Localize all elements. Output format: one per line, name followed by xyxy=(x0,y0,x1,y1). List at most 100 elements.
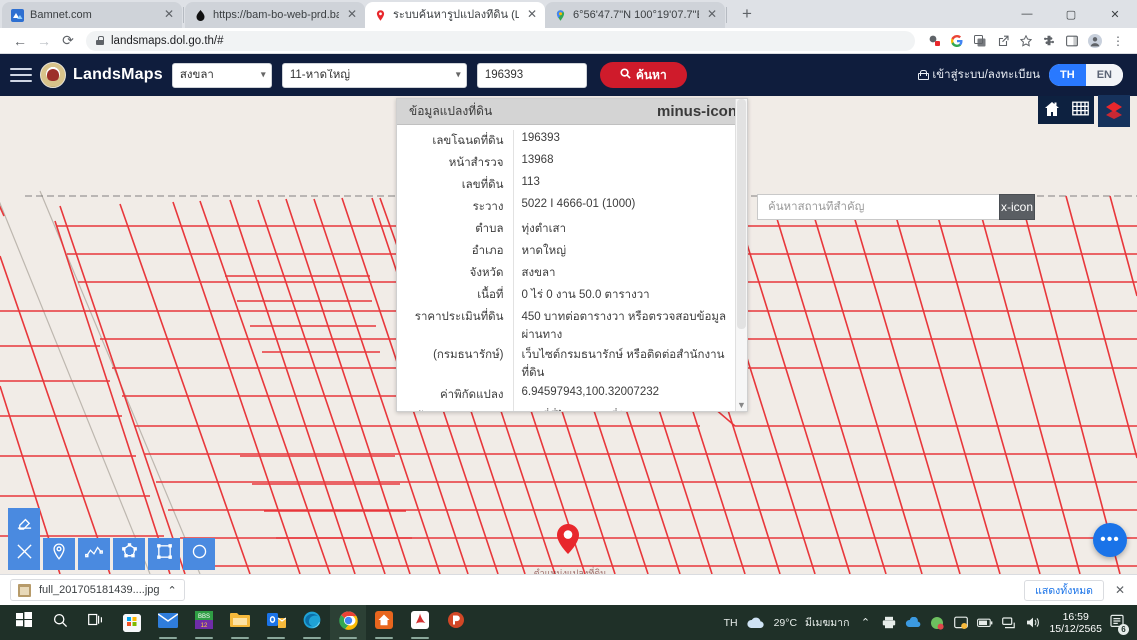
bookmark-star-icon[interactable] xyxy=(1015,30,1037,52)
province-select[interactable]: สงขลา xyxy=(171,62,272,88)
download-item[interactable]: full_201705181439....jpg ⌃ xyxy=(10,579,185,601)
translate-icon[interactable] xyxy=(969,30,991,52)
address-bar[interactable]: landsmaps.dol.go.th/# xyxy=(86,30,915,51)
download-item-chevron-icon[interactable]: ⌃ xyxy=(168,584,177,597)
taskbar-search-button[interactable] xyxy=(42,605,78,640)
close-shelf-button[interactable]: ✕ xyxy=(1113,583,1127,597)
lang-th-button[interactable]: TH xyxy=(1049,64,1086,86)
window-close-button[interactable]: ✕ xyxy=(1093,0,1137,28)
minus-icon[interactable]: minus-icon xyxy=(657,104,737,119)
forward-button[interactable]: → xyxy=(32,29,56,53)
row-label: จังหวัด xyxy=(469,267,504,279)
input-language[interactable]: TH xyxy=(724,617,738,629)
polyline-tool[interactable] xyxy=(78,538,110,570)
circle-tool[interactable] xyxy=(183,538,215,570)
lang-en-button[interactable]: EN xyxy=(1085,64,1123,86)
system-tray: TH 29°C มีเมฆมาก ⌃ 16:59 15/12/2565 6 xyxy=(724,611,1131,635)
file-explorer-icon xyxy=(230,612,250,633)
rectangle-tool[interactable] xyxy=(148,538,180,570)
browser-tab-1-close[interactable]: ✕ xyxy=(162,8,176,22)
onedrive-icon[interactable] xyxy=(905,615,921,631)
pin-red-icon xyxy=(374,9,387,22)
route-link-to-parcel[interactable]: จากที่นี่ไปยังแปลงที่ดิน xyxy=(512,406,747,411)
taskbar-app-mail[interactable] xyxy=(150,605,186,640)
taskbar-app-outlook[interactable] xyxy=(258,605,294,640)
taskbar-app-acrobat[interactable] xyxy=(402,605,438,640)
mail-icon xyxy=(157,612,179,633)
browser-tab-4[interactable]: 6°56'47.7"N 100°19'07.7"E - Goo ✕ xyxy=(545,2,725,28)
table-row: ตำบล ทุ่งตำเสา xyxy=(397,218,747,240)
download-file-name: full_201705181439....jpg xyxy=(39,584,160,596)
taskbar-clock[interactable]: 16:59 15/12/2565 xyxy=(1049,611,1102,635)
place-search-clear-button[interactable]: x-icon xyxy=(999,194,1035,220)
start-button[interactable] xyxy=(6,605,42,640)
hamburger-icon[interactable] xyxy=(10,64,32,86)
battery-icon[interactable] xyxy=(977,615,993,631)
eraser-tool[interactable] xyxy=(8,508,40,540)
login-link[interactable]: เข้าสู่ระบบ/ลงทะเบียน xyxy=(918,66,1040,84)
map-layers-button[interactable] xyxy=(1098,95,1130,127)
sidepanel-icon[interactable] xyxy=(1061,30,1083,52)
price-label-1: ราคาประเมินที่ดิน xyxy=(414,311,504,323)
image-file-icon xyxy=(18,583,31,597)
reload-button[interactable]: ⟳ xyxy=(56,29,80,53)
coordinate-value[interactable]: 6.94597943,100.32007232 xyxy=(512,384,747,406)
taskbar-app-file-explorer[interactable] xyxy=(222,605,258,640)
coordinate-label: ค่าพิกัดแปลง xyxy=(439,389,504,401)
share-icon[interactable] xyxy=(992,30,1014,52)
extension-puzzle-icon[interactable] xyxy=(923,30,945,52)
browser-tab-2[interactable]: https://bam-bo-web-prd.bam.co ✕ xyxy=(185,2,365,28)
browser-tab-1[interactable]: Bamnet.com ✕ xyxy=(2,2,182,28)
new-tab-button[interactable]: + xyxy=(734,1,760,27)
window-maximize-button[interactable]: ▢ xyxy=(1049,0,1093,28)
polygon-tool[interactable] xyxy=(113,538,145,570)
office-select[interactable]: 11-หาดใหญ่ xyxy=(281,62,467,88)
panel-scrollbar-thumb[interactable] xyxy=(737,99,746,329)
map-home-button[interactable] xyxy=(1038,96,1066,124)
task-view-button[interactable] xyxy=(78,605,114,640)
notification-center-button[interactable]: 6 xyxy=(1110,614,1129,635)
more-options-fab[interactable]: ••• xyxy=(1093,523,1127,557)
browser-tab-3[interactable]: ระบบค้นหารูปแปลงที่ดิน (LandsMaps) ✕ xyxy=(365,2,545,28)
back-button[interactable]: ← xyxy=(8,29,32,53)
photos-icon[interactable] xyxy=(953,615,969,631)
profile-icon[interactable] xyxy=(1084,30,1106,52)
table-row: อำเภอ หาดใหญ่ xyxy=(397,240,747,262)
antivirus-icon[interactable] xyxy=(929,615,945,631)
window-controls: — ▢ ✕ xyxy=(1005,0,1137,28)
browser-tab-4-close[interactable]: ✕ xyxy=(705,8,719,22)
place-search-input[interactable] xyxy=(768,201,1028,213)
taskbar-app-store[interactable] xyxy=(114,605,150,640)
treasury-website-link[interactable]: เว็บไซต์กรมธนารักษ์ หรือติดต่อสำนักงานที… xyxy=(512,346,747,384)
parcel-number-input[interactable] xyxy=(476,62,587,88)
taskbar-app-edge[interactable] xyxy=(294,605,330,640)
taskbar-app-chrome[interactable] xyxy=(330,605,366,640)
printer-icon[interactable] xyxy=(881,615,897,631)
google-icon[interactable] xyxy=(946,30,968,52)
kebab-menu-icon[interactable]: ⋮ xyxy=(1107,30,1129,52)
window-minimize-button[interactable]: — xyxy=(1005,0,1049,28)
windows-icon xyxy=(16,612,32,633)
volume-icon[interactable] xyxy=(1025,615,1041,631)
tray-expand-chevron-icon[interactable]: ⌃ xyxy=(857,615,873,631)
browser-tab-3-close[interactable]: ✕ xyxy=(525,8,539,22)
panel-scrollbar-down-arrow[interactable]: ▼ xyxy=(736,400,747,410)
place-search-box[interactable]: x-icon xyxy=(757,194,1035,220)
taskbar-app-bbs[interactable]: BBS 12 xyxy=(186,605,222,640)
search-icon xyxy=(53,613,68,633)
network-icon[interactable] xyxy=(1001,615,1017,631)
puzzle-icon[interactable] xyxy=(1038,30,1060,52)
point-tool[interactable] xyxy=(43,538,75,570)
map-grid-button[interactable] xyxy=(1066,96,1094,124)
browser-tab-2-close[interactable]: ✕ xyxy=(345,8,359,22)
parcel-info-header[interactable]: ข้อมูลแปลงที่ดิน minus-icon xyxy=(397,99,747,125)
panel-scrollbar[interactable]: ▼ xyxy=(735,99,747,411)
acrobat-icon xyxy=(411,611,429,634)
taskbar-app-home[interactable] xyxy=(366,605,402,640)
taskbar-app-powerpoint[interactable] xyxy=(438,605,474,640)
show-all-downloads-button[interactable]: แสดงทั้งหมด xyxy=(1024,579,1104,601)
search-button[interactable]: ค้นหา xyxy=(599,62,687,88)
row-value: 0 ไร่ 0 งาน 50.0 ตารางวา xyxy=(512,284,747,306)
measure-tool[interactable] xyxy=(8,538,40,570)
edge-icon xyxy=(303,611,321,634)
